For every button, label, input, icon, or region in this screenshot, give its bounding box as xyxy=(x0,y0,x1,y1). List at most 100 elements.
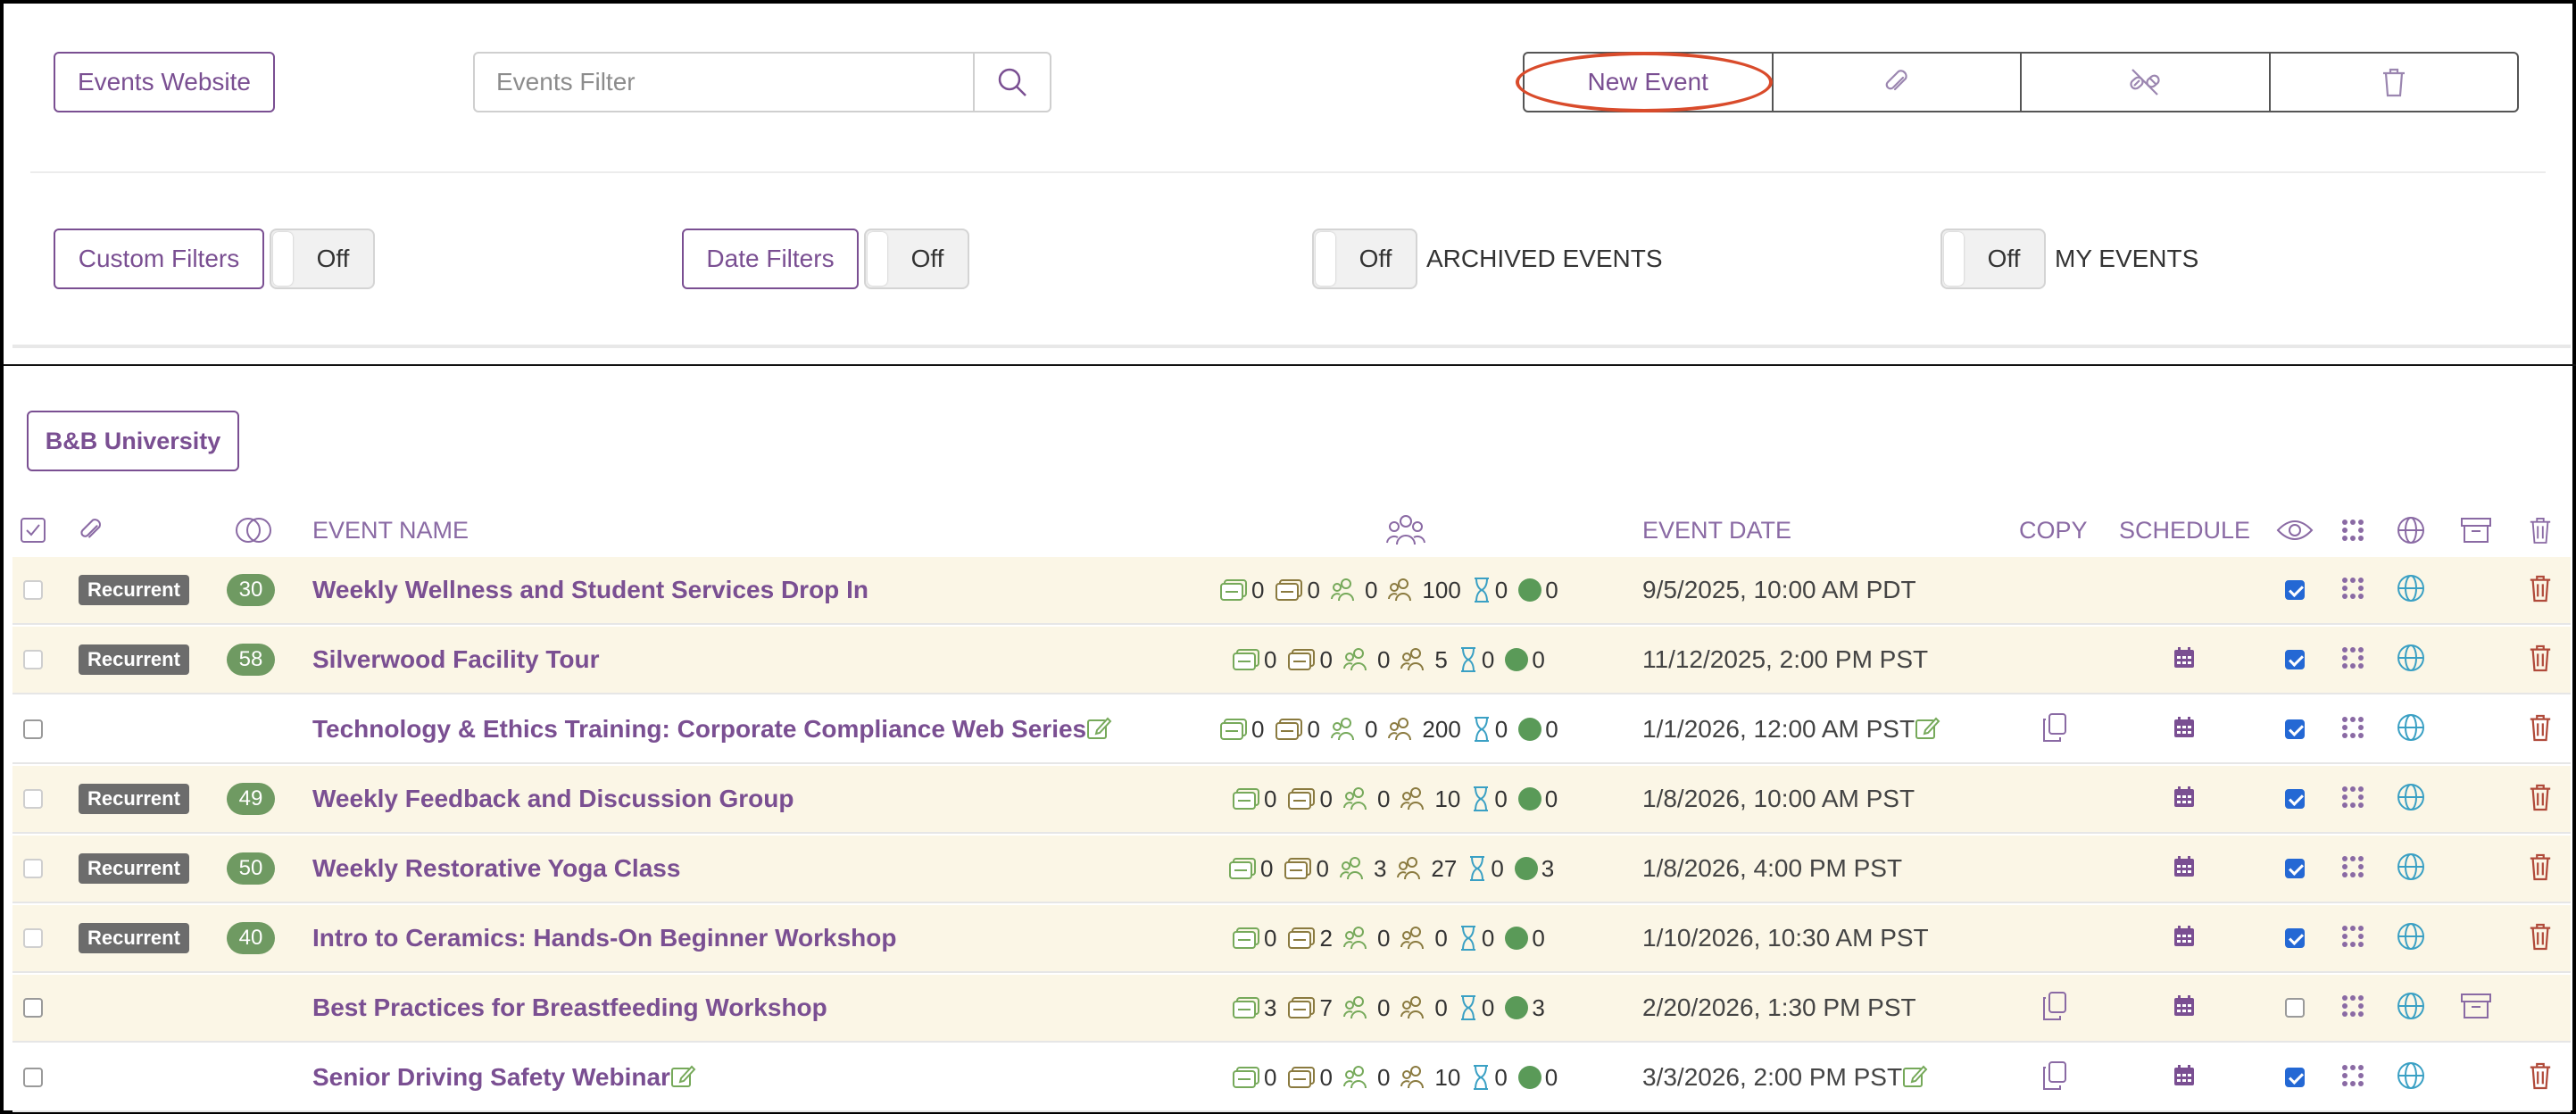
calendar-icon[interactable] xyxy=(2173,646,2196,674)
copy-icon[interactable] xyxy=(2040,712,2069,747)
row-checkbox[interactable] xyxy=(23,1068,43,1087)
event-name-link[interactable]: Silverwood Facility Tour xyxy=(312,645,600,674)
grid-dots-icon[interactable] xyxy=(2340,785,2365,814)
globe-icon[interactable] xyxy=(2396,643,2426,678)
website-cell xyxy=(2396,696,2426,762)
globe-icon[interactable] xyxy=(2396,573,2426,608)
visibility-checkbox[interactable] xyxy=(2285,719,2305,739)
edit-icon[interactable] xyxy=(670,1063,696,1093)
globe-icon[interactable] xyxy=(2396,852,2426,886)
registered-ticket-icon xyxy=(1232,996,1260,1019)
calendar-icon[interactable] xyxy=(2173,855,2196,883)
row-checkbox[interactable] xyxy=(23,928,43,948)
edit-date-icon[interactable] xyxy=(1902,1063,1928,1093)
grid-dots-icon[interactable] xyxy=(2340,924,2365,953)
attach-button[interactable] xyxy=(1771,54,2021,111)
trash-icon[interactable] xyxy=(2528,643,2553,678)
custom-filters-toggle[interactable]: Off xyxy=(270,229,375,289)
grid-dots-icon[interactable] xyxy=(2340,576,2365,605)
section-divider xyxy=(4,364,2576,366)
row-checkbox[interactable] xyxy=(23,719,43,739)
archived-events-toggle[interactable]: Off xyxy=(1312,229,1417,289)
event-name-link[interactable]: Senior Driving Safety Webinar xyxy=(312,1063,670,1092)
grid-dots-icon[interactable] xyxy=(2340,645,2365,675)
stat-value: 0 xyxy=(1434,993,1448,1021)
stat-value: 10 xyxy=(1434,785,1461,812)
event-name-link[interactable]: Intro to Ceramics: Hands-On Beginner Wor… xyxy=(312,924,896,952)
trash-icon[interactable] xyxy=(2528,852,2553,886)
calendar-icon[interactable] xyxy=(2173,1064,2196,1092)
event-name-link[interactable]: Weekly Wellness and Student Services Dro… xyxy=(312,576,868,604)
globe-icon[interactable] xyxy=(2396,712,2426,747)
edit-date-icon[interactable] xyxy=(1915,715,1940,744)
calendar-icon[interactable] xyxy=(2173,994,2196,1022)
event-name-link[interactable]: Weekly Restorative Yoga Class xyxy=(312,854,680,883)
my-events-toggle[interactable]: Off xyxy=(1940,229,2046,289)
visibility-checkbox[interactable] xyxy=(2285,789,2305,809)
date-filters-toggle[interactable]: Off xyxy=(864,229,969,289)
stat-value: 27 xyxy=(1431,854,1458,882)
delete-button[interactable] xyxy=(2268,54,2518,111)
trash-icon[interactable] xyxy=(2528,573,2553,608)
row-checkbox[interactable] xyxy=(23,998,43,1018)
grid-dots-icon[interactable] xyxy=(2340,854,2365,884)
visibility-checkbox[interactable] xyxy=(2285,650,2305,669)
edit-icon[interactable] xyxy=(1086,715,1112,744)
copy-icon[interactable] xyxy=(2040,991,2069,1026)
visibility-cell xyxy=(2285,766,2305,832)
event-name-link[interactable]: Technology & Ethics Training: Corporate … xyxy=(312,715,1086,744)
check-square-icon xyxy=(21,518,46,543)
custom-filters-button[interactable]: Custom Filters xyxy=(54,229,264,289)
stat-value: 0 xyxy=(1491,854,1504,882)
occurrence-count-badge: 50 xyxy=(227,852,275,885)
calendar-icon[interactable] xyxy=(2173,786,2196,813)
date-filters-button[interactable]: Date Filters xyxy=(682,229,859,289)
events-website-button[interactable]: Events Website xyxy=(54,52,275,112)
calendar-icon[interactable] xyxy=(2173,716,2196,744)
grid-dots-icon[interactable] xyxy=(2340,715,2365,744)
trash-icon[interactable] xyxy=(2528,782,2553,817)
stat-value: 0 xyxy=(1264,1063,1277,1091)
grid-dots-icon[interactable] xyxy=(2340,993,2365,1023)
stat-value: 200 xyxy=(1422,715,1461,743)
new-event-button[interactable]: New Event xyxy=(1525,54,1772,111)
event-name-link[interactable]: Best Practices for Breastfeeding Worksho… xyxy=(312,993,827,1022)
globe-icon[interactable] xyxy=(2396,1060,2426,1095)
stat-value: 0 xyxy=(1319,645,1333,673)
copy-cell xyxy=(2040,1044,2069,1110)
globe-icon[interactable] xyxy=(2396,991,2426,1026)
trash-icon[interactable] xyxy=(2528,921,2553,956)
occurrence-count-badge: 58 xyxy=(227,644,275,676)
trash-icon[interactable] xyxy=(2528,712,2553,747)
archive-icon[interactable] xyxy=(2460,992,2492,1025)
visibility-checkbox[interactable] xyxy=(2285,998,2305,1018)
table-row: Recurrent 58 Silverwood Facility Tour 0 0 0 5 0… xyxy=(12,627,2571,694)
visibility-checkbox[interactable] xyxy=(2285,859,2305,878)
visibility-checkbox[interactable] xyxy=(2285,928,2305,948)
row-checkbox[interactable] xyxy=(23,650,43,669)
visibility-checkbox[interactable] xyxy=(2285,580,2305,600)
event-date-cell: 1/10/2026, 10:30 AM PST xyxy=(1642,905,1929,971)
search-button[interactable] xyxy=(973,54,1050,111)
event-name-link[interactable]: Weekly Feedback and Discussion Group xyxy=(312,785,794,813)
row-checkbox[interactable] xyxy=(23,789,43,809)
org-button[interactable]: B&B University xyxy=(27,411,239,471)
status-dot-icon xyxy=(1514,857,1538,880)
event-name-header[interactable]: EVENT NAME xyxy=(312,503,469,557)
row-checkbox[interactable] xyxy=(23,859,43,878)
grid-dots-icon[interactable] xyxy=(2340,1063,2365,1093)
events-filter-input[interactable] xyxy=(475,54,973,111)
globe-icon[interactable] xyxy=(2396,921,2426,956)
copy-icon[interactable] xyxy=(2040,1060,2069,1095)
website-cell xyxy=(2396,1044,2426,1110)
row-checkbox[interactable] xyxy=(23,580,43,600)
visibility-checkbox[interactable] xyxy=(2285,1068,2305,1087)
calendar-icon[interactable] xyxy=(2173,925,2196,952)
event-date-header[interactable]: EVENT DATE xyxy=(1642,503,1791,557)
schedule-cell xyxy=(2173,975,2196,1041)
trash-icon[interactable] xyxy=(2528,1060,2553,1095)
globe-icon[interactable] xyxy=(2396,782,2426,817)
events-filter-search xyxy=(473,52,1051,112)
select-all-checkbox[interactable] xyxy=(20,503,46,557)
unlink-button[interactable] xyxy=(2020,54,2269,111)
